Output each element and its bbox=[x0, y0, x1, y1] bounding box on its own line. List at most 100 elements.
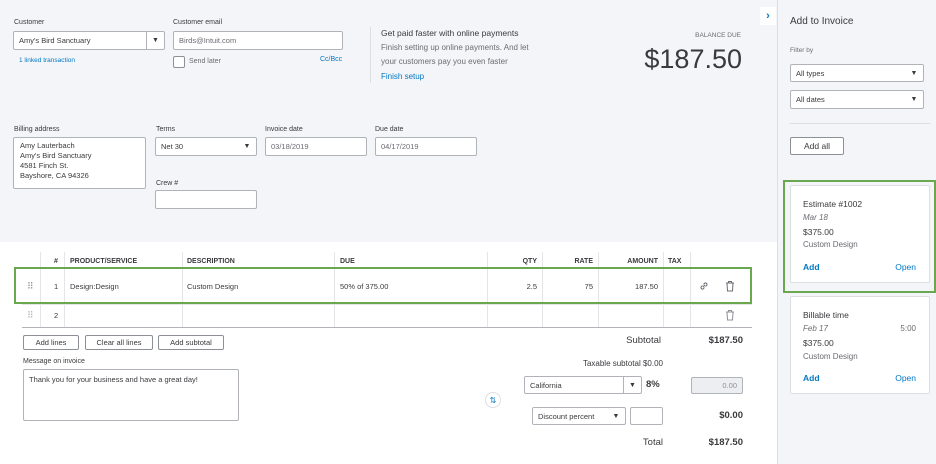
billing-line: Amy's Bird Sanctuary bbox=[20, 151, 92, 160]
estimate-date: Mar 18 bbox=[803, 213, 828, 222]
chevron-down-icon: ▼ bbox=[612, 412, 620, 420]
row-divider bbox=[22, 304, 752, 305]
panel-divider bbox=[790, 123, 930, 124]
estimate-open-link[interactable]: Open bbox=[880, 262, 916, 272]
due-date-field[interactable]: 04/17/2019 bbox=[375, 137, 477, 156]
add-lines-button[interactable]: Add lines bbox=[23, 335, 79, 350]
clear-all-lines-button[interactable]: Clear all lines bbox=[85, 335, 153, 350]
col-header-description: DESCRIPTION bbox=[187, 258, 235, 265]
crew-field[interactable] bbox=[155, 190, 257, 209]
billable-date: Feb 17 bbox=[803, 324, 828, 333]
date-filter-select[interactable]: All dates ▼ bbox=[790, 90, 924, 109]
drag-handle-icon[interactable]: ⠿ bbox=[27, 281, 34, 292]
col-header-rate: RATE bbox=[574, 258, 593, 265]
row-due[interactable]: 50% of 375.00 bbox=[340, 282, 388, 291]
customer-value: Amy's Bird Sanctuary bbox=[19, 36, 91, 45]
balance-due-label: BALANCE DUE bbox=[695, 32, 741, 39]
tax-region-value: California bbox=[530, 380, 562, 390]
due-date-label: Due date bbox=[375, 126, 404, 133]
estimate-title: Estimate #1002 bbox=[803, 199, 863, 209]
date-filter-value: All dates bbox=[796, 95, 825, 104]
subtotal-label: Subtotal bbox=[626, 335, 661, 346]
total-label: Total bbox=[642, 437, 663, 448]
row-product[interactable]: Design:Design bbox=[70, 282, 119, 291]
drag-handle-icon[interactable]: ⠿ bbox=[27, 310, 34, 321]
add-subtotal-button[interactable]: Add subtotal bbox=[158, 335, 224, 350]
discount-type-select[interactable]: Discount percent ▼ bbox=[532, 407, 626, 425]
total-value: $187.50 bbox=[708, 437, 743, 448]
billable-title: Billable time bbox=[803, 310, 849, 320]
due-date-value: 04/17/2019 bbox=[381, 142, 419, 151]
taxable-subtotal: Taxable subtotal $0.00 bbox=[582, 359, 663, 368]
trash-icon[interactable] bbox=[725, 280, 735, 294]
link-icon[interactable] bbox=[698, 280, 710, 294]
email-value: Birds@Intuit.com bbox=[179, 36, 237, 45]
col-header-qty: QTY bbox=[522, 258, 537, 265]
crew-label: Crew # bbox=[156, 180, 179, 187]
send-later-checkbox[interactable] bbox=[173, 56, 185, 68]
billable-hours: 5:00 bbox=[900, 324, 916, 333]
col-header-num: # bbox=[54, 258, 58, 265]
row-rate[interactable]: 75 bbox=[545, 282, 593, 291]
send-later-label: Send later bbox=[189, 58, 221, 65]
row-amount[interactable]: 187.50 bbox=[600, 282, 658, 291]
terms-value: Net 30 bbox=[161, 142, 184, 151]
discount-value-field[interactable] bbox=[630, 407, 663, 425]
message-field[interactable]: Thank you for your business and have a g… bbox=[23, 369, 239, 421]
subtotal-value: $187.50 bbox=[708, 335, 743, 346]
billable-description: Custom Design bbox=[803, 352, 858, 361]
promo-body-1: Finish setting up online payments. And l… bbox=[381, 43, 529, 52]
chevron-down-icon: ▼ bbox=[910, 69, 918, 77]
tax-region-select[interactable]: California ▼ bbox=[524, 376, 642, 394]
estimate-amount: $375.00 bbox=[803, 227, 834, 237]
billing-address-field[interactable]: Amy Lauterbach Amy's Bird Sanctuary 4581… bbox=[13, 137, 146, 189]
billing-line: 4581 Finch St. bbox=[20, 161, 69, 170]
type-filter-value: All types bbox=[796, 68, 825, 78]
col-header-due: DUE bbox=[340, 258, 355, 265]
promo-divider bbox=[370, 27, 371, 83]
add-all-button[interactable]: Add all bbox=[790, 137, 844, 155]
billing-line: Bayshore, CA 94326 bbox=[20, 171, 89, 180]
trash-icon[interactable] bbox=[725, 309, 735, 323]
cc-bcc-link[interactable]: Cc/Bcc bbox=[320, 56, 342, 63]
balance-due-amount: $187.50 bbox=[644, 44, 742, 74]
chevron-down-icon: ▼ bbox=[243, 143, 251, 150]
invoice-date-label: Invoice date bbox=[265, 126, 303, 133]
type-filter-select[interactable]: All types ▼ bbox=[790, 64, 924, 82]
customer-label: Customer bbox=[14, 19, 45, 26]
row-divider bbox=[22, 327, 752, 328]
collapse-panel-chevron-icon[interactable]: › bbox=[760, 7, 776, 25]
estimate-description: Custom Design bbox=[803, 240, 858, 249]
discount-amount: $0.00 bbox=[719, 410, 743, 421]
filter-by-label: Filter by bbox=[790, 47, 814, 54]
tax-amount-field[interactable]: 0.00 bbox=[691, 377, 743, 394]
panel-title: Add to Invoice bbox=[790, 16, 854, 27]
col-header-product: PRODUCT/SERVICE bbox=[70, 258, 138, 265]
billing-address-label: Billing address bbox=[14, 126, 60, 133]
customer-select[interactable]: Amy's Bird Sanctuary ▼ bbox=[13, 31, 165, 50]
finish-setup-link[interactable]: Finish setup bbox=[381, 72, 424, 81]
invoice-date-field[interactable]: 03/18/2019 bbox=[265, 137, 367, 156]
terms-select[interactable]: Net 30 ▼ bbox=[155, 137, 257, 156]
row-qty[interactable]: 2.5 bbox=[490, 282, 537, 291]
row-description[interactable]: Custom Design bbox=[187, 282, 238, 291]
message-label: Message on invoice bbox=[23, 358, 85, 365]
billable-amount: $375.00 bbox=[803, 338, 834, 348]
email-label: Customer email bbox=[173, 19, 223, 26]
discount-type-value: Discount percent bbox=[538, 411, 595, 421]
billable-open-link[interactable]: Open bbox=[880, 373, 916, 383]
swap-tax-order-icon[interactable]: ⇅ bbox=[485, 392, 501, 408]
linked-transaction-link[interactable]: 1 linked transaction bbox=[19, 57, 75, 64]
promo-title: Get paid faster with online payments bbox=[381, 28, 519, 38]
chevron-down-icon: ▼ bbox=[146, 32, 164, 49]
col-header-tax: TAX bbox=[668, 258, 682, 265]
chevron-down-icon: ▼ bbox=[910, 96, 918, 103]
message-value: Thank you for your business and have a g… bbox=[29, 375, 198, 384]
email-field[interactable]: Birds@Intuit.com bbox=[173, 31, 343, 50]
estimate-add-link[interactable]: Add bbox=[803, 262, 820, 272]
billable-add-link[interactable]: Add bbox=[803, 373, 820, 383]
tax-amount-value: 0.00 bbox=[722, 381, 737, 390]
row-number: 1 bbox=[54, 282, 59, 291]
promo-body-2: your customers pay you even faster bbox=[381, 57, 508, 66]
billing-line: Amy Lauterbach bbox=[20, 141, 75, 150]
